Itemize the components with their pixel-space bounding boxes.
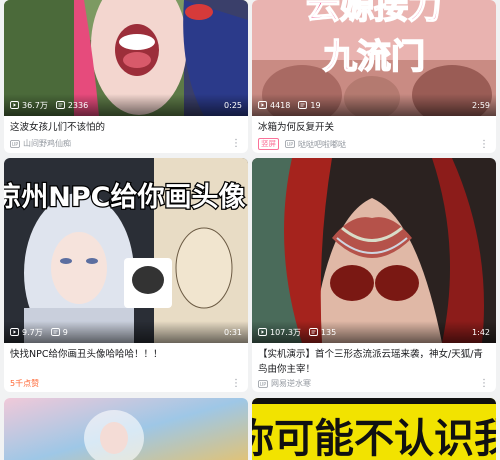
video-thumbnail[interactable]: 云嫄接力 九流门 4418 19 2:59 <box>252 0 496 116</box>
more-icon[interactable]: ⋮ <box>478 378 490 389</box>
danmaku-icon <box>298 101 308 109</box>
video-thumbnail[interactable]: 36.7万 2336 0:25 <box>4 0 248 116</box>
video-card[interactable]: 凉州NPC给你画头像! 9.7万 9 0:31 快找NPC给你画丑头像哈哈哈！！… <box>4 158 248 392</box>
thumbnail-image <box>4 398 248 460</box>
danmaku-icon <box>50 328 60 336</box>
more-icon[interactable]: ⋮ <box>230 378 242 389</box>
play-icon <box>258 101 267 109</box>
video-title[interactable]: 这波女孩儿们不该怕的 <box>10 120 242 135</box>
video-card[interactable]: 你可能不认识我 <box>252 398 496 460</box>
comment-count: 135 <box>320 327 337 337</box>
uploader-name[interactable]: 网易逆水寒 <box>271 378 311 389</box>
up-icon: UP <box>285 140 295 148</box>
video-duration: 1:42 <box>472 327 490 337</box>
comment-count: 2336 <box>67 100 89 110</box>
overlay-text: 凉州NPC给你画头像! <box>4 182 248 213</box>
overlay-text-line1: 云嫄接力 <box>306 0 442 27</box>
video-meta: 5千点赞 ⋮ <box>10 378 242 389</box>
thumbnail-image: 凉州NPC给你画头像! <box>4 158 248 343</box>
view-count: 36.7万 <box>22 100 48 110</box>
video-stats: 4418 19 2:59 <box>252 94 496 116</box>
video-meta: 竖屏 UP 哒哒吧啦嘟哒 ⋮ <box>258 138 490 150</box>
view-count: 4418 <box>270 100 291 110</box>
view-count: 107.3万 <box>270 327 301 337</box>
likes-badge: 5千点赞 <box>10 379 40 388</box>
video-stats: 107.3万 135 1:42 <box>252 321 496 343</box>
uploader-name[interactable]: 山间野鸡仙痴 <box>23 138 71 149</box>
overlay-text-line2: 九流门 <box>323 37 425 77</box>
more-icon[interactable]: ⋮ <box>230 138 242 149</box>
video-card[interactable]: 36.7万 2336 0:25 这波女孩儿们不该怕的 UP 山间野鸡仙痴 ⋮ <box>4 0 248 153</box>
view-count: 9.7万 <box>22 327 43 337</box>
up-icon: UP <box>258 379 268 388</box>
video-thumbnail[interactable] <box>4 398 248 460</box>
play-icon <box>258 328 267 336</box>
play-icon <box>10 328 19 336</box>
video-thumbnail[interactable]: 107.3万 135 1:42 <box>252 158 496 343</box>
video-meta: UP 山间野鸡仙痴 ⋮ <box>10 138 242 149</box>
thumbnail-image <box>252 158 496 343</box>
vertical-tag: 竖屏 <box>258 138 279 150</box>
danmaku-icon <box>55 101 65 109</box>
play-icon <box>10 101 19 109</box>
uploader-name[interactable]: 哒哒吧啦嘟哒 <box>298 139 346 150</box>
more-icon[interactable]: ⋮ <box>478 139 490 150</box>
video-meta: UP 网易逆水寒 ⋮ <box>258 378 490 389</box>
video-card[interactable] <box>4 398 248 460</box>
comment-count: 9 <box>62 327 68 337</box>
svg-text:UP: UP <box>287 142 294 148</box>
up-icon: UP <box>10 139 20 148</box>
video-duration: 0:31 <box>224 327 242 337</box>
video-card[interactable]: 云嫄接力 九流门 4418 19 2:59 冰箱为何反复开关 竖屏 UP 哒哒吧… <box>252 0 496 153</box>
video-title[interactable]: 【实机演示】首个三形态流派云瑶来袭，神女/天狐/青鸟由你主宰！ <box>258 347 490 377</box>
video-duration: 2:59 <box>472 100 490 110</box>
video-thumbnail[interactable]: 你可能不认识我 <box>252 398 496 460</box>
video-title[interactable]: 快找NPC给你画丑头像哈哈哈！！！ <box>10 347 242 362</box>
video-title[interactable]: 冰箱为何反复开关 <box>258 120 490 135</box>
video-duration: 0:25 <box>224 100 242 110</box>
comment-count: 19 <box>310 100 321 110</box>
video-stats: 36.7万 2336 0:25 <box>4 94 248 116</box>
overlay-text: 你可能不认识我 <box>252 416 496 460</box>
video-stats: 9.7万 9 0:31 <box>4 321 248 343</box>
danmaku-icon <box>308 328 318 336</box>
video-card[interactable]: 107.3万 135 1:42 【实机演示】首个三形态流派云瑶来袭，神女/天狐/… <box>252 158 496 392</box>
thumbnail-image: 你可能不认识我 <box>252 398 496 460</box>
svg-text:UP: UP <box>260 382 267 388</box>
svg-text:UP: UP <box>12 142 19 148</box>
video-thumbnail[interactable]: 凉州NPC给你画头像! 9.7万 9 0:31 <box>4 158 248 343</box>
